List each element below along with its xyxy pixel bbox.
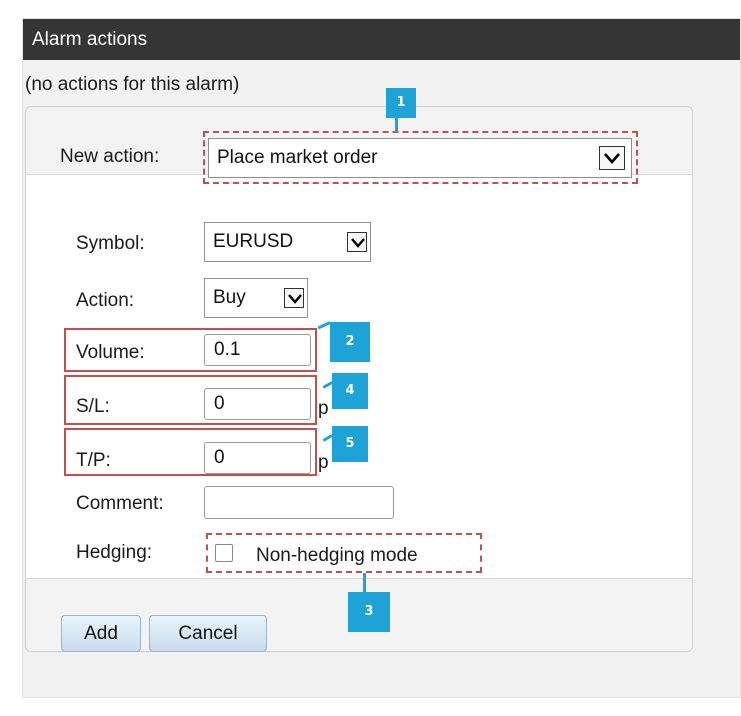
new-action-label: New action: [60, 146, 160, 167]
marker-4: 4 [332, 373, 368, 409]
highlight-sl [64, 375, 317, 425]
marker-3: 3 [348, 592, 390, 632]
action-label: Action: [76, 290, 135, 311]
symbol-value: EURUSD [213, 231, 294, 252]
comment-label: Comment: [76, 493, 164, 514]
cancel-button[interactable]: Cancel [149, 615, 267, 652]
tp-unit: p [318, 452, 329, 473]
chevron-down-icon[interactable] [347, 232, 367, 252]
marker-1: 1 [386, 88, 416, 118]
symbol-label: Symbol: [76, 233, 145, 254]
highlight-new-action [203, 131, 638, 184]
symbol-select[interactable]: EURUSD [204, 222, 371, 262]
hedging-label: Hedging: [76, 542, 153, 563]
marker-1-pointer [395, 116, 398, 132]
add-button[interactable]: Add [61, 615, 141, 652]
highlight-hedging [206, 533, 482, 573]
comment-input[interactable] [204, 486, 394, 519]
marker-3-pointer [363, 573, 366, 593]
marker-2: 2 [330, 322, 370, 362]
no-actions-text: (no actions for this alarm) [25, 74, 240, 95]
highlight-volume [64, 328, 317, 372]
chevron-down-icon[interactable] [284, 288, 304, 308]
marker-5: 5 [332, 426, 368, 462]
action-value: Buy [213, 287, 246, 308]
panel-title: Alarm actions [23, 19, 740, 60]
action-select[interactable]: Buy [204, 278, 308, 318]
sl-unit: p [318, 398, 329, 419]
highlight-tp [64, 428, 317, 476]
